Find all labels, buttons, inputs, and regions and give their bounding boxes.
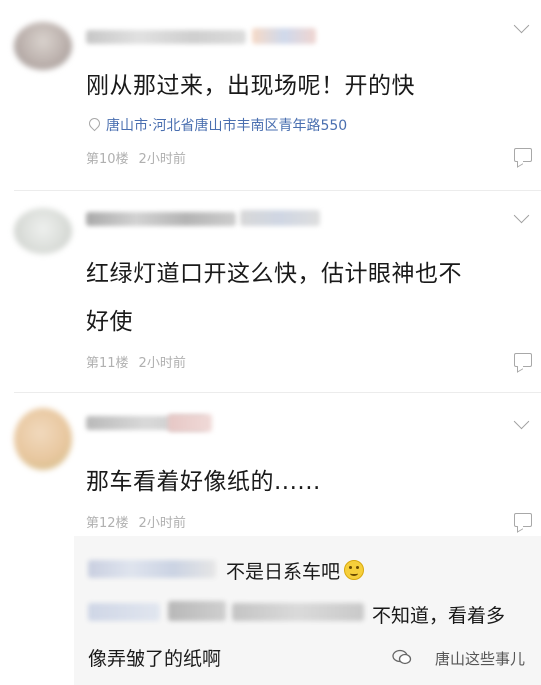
reply-text-line1: 不知道，看着多 [372, 605, 506, 627]
comment-reply-icon[interactable] [514, 513, 532, 527]
comment-time: 2小时前 [138, 356, 186, 371]
avatar[interactable] [14, 22, 72, 70]
chevron-down-icon[interactable] [513, 207, 530, 224]
reply-text-content: 不是日系车吧 [226, 561, 341, 583]
comment-location[interactable]: 唐山市·河北省唐山市丰南区青年路550 [106, 115, 347, 135]
comment-reply-icon[interactable] [514, 148, 532, 162]
avatar[interactable] [14, 208, 72, 254]
user-badge-blurred [168, 414, 212, 432]
chevron-down-icon[interactable] [513, 17, 530, 34]
username-blurred[interactable] [86, 30, 246, 44]
comment-meta: 第12楼 2小时前 [86, 512, 196, 531]
reply-username-blurred[interactable] [168, 601, 226, 621]
reply-text: 不是日系车吧 [226, 557, 365, 584]
comment-time: 2小时前 [138, 516, 186, 531]
grimace-emoji-icon [344, 560, 365, 580]
username-blurred[interactable] [86, 212, 236, 226]
reply-username-blurred[interactable] [88, 603, 160, 621]
comment-meta: 第10楼 2小时前 [86, 148, 196, 167]
chevron-down-icon[interactable] [513, 413, 530, 430]
reply-text-line2: 像弄皱了的纸啊 [88, 648, 222, 670]
reply-username-blurred[interactable] [88, 560, 216, 578]
comment-text-line2: 好使 [86, 309, 133, 335]
comment-text: 刚从那过来，出现场呢！开的快 [86, 73, 415, 99]
divider [14, 392, 541, 393]
floor-number: 第12楼 [86, 516, 129, 531]
location-pin-icon [86, 115, 103, 132]
floor-number: 第10楼 [86, 152, 129, 167]
comment-time: 2小时前 [138, 152, 186, 167]
comment-reply-icon[interactable] [514, 353, 532, 367]
divider [14, 190, 541, 191]
user-badge-blurred [240, 210, 320, 226]
reply-target-blurred[interactable] [232, 603, 364, 621]
watermark-text: 唐山这些事儿 [434, 650, 525, 668]
avatar[interactable] [14, 408, 72, 470]
comment-text: 那车看着好像纸的...... [86, 469, 321, 495]
wechat-logo-icon [392, 649, 412, 665]
comment-meta: 第11楼 2小时前 [86, 352, 196, 371]
user-badge-blurred [252, 28, 316, 44]
comment-text-line1: 红绿灯道口开这么快，估计眼神也不 [86, 261, 462, 287]
floor-number: 第11楼 [86, 356, 129, 371]
